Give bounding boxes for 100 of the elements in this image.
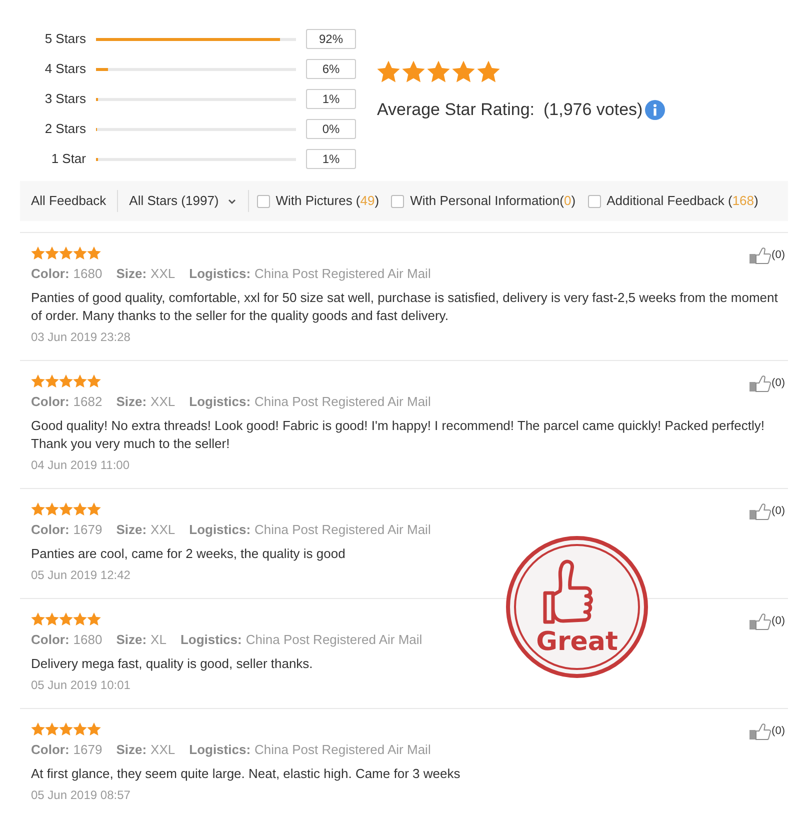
star-icon xyxy=(87,722,101,736)
helpful-button[interactable]: (0) xyxy=(748,503,785,520)
star-icon xyxy=(87,246,101,260)
star-filter-dropdown[interactable]: All Stars (1997) xyxy=(129,191,236,211)
detail-label: Logistics: xyxy=(189,521,251,540)
percent-box: 92% xyxy=(306,29,356,49)
star-icon xyxy=(45,722,59,736)
review-text: Delivery mega fast, quality is good, seller thanks. xyxy=(31,655,314,673)
star-icon xyxy=(45,612,59,626)
thumbs-up-icon xyxy=(748,613,771,630)
star-icon xyxy=(377,60,400,83)
detail-label: Size: xyxy=(116,521,147,540)
review-date: 05 Jun 2019 12:42 xyxy=(31,567,132,584)
detail-value: 1679 xyxy=(73,741,102,760)
star-icon xyxy=(31,612,45,626)
rating-label: 4 Stars xyxy=(44,60,86,78)
star-icon xyxy=(59,722,73,736)
star-icon xyxy=(73,722,87,736)
percent-box: 0% xyxy=(306,119,356,139)
detail-label: Color: xyxy=(31,393,70,412)
thumbs-up-icon xyxy=(748,723,771,740)
star-icon xyxy=(59,246,73,260)
stamp-text: Great xyxy=(536,627,618,657)
star-icon xyxy=(477,60,500,83)
rating-label: 2 Stars xyxy=(44,120,86,138)
star-icon xyxy=(59,502,73,516)
star-icon xyxy=(59,374,73,388)
thumbs-up-icon xyxy=(748,375,771,392)
detail-label: Size: xyxy=(116,631,147,650)
detail-value: 1682 xyxy=(73,393,102,412)
detail-label: Size: xyxy=(116,741,147,760)
detail-value: China Post Registered Air Mail xyxy=(246,631,422,650)
percent-box: 6% xyxy=(306,59,356,79)
star-icon xyxy=(402,60,425,83)
star-icon xyxy=(73,374,87,388)
info-icon[interactable] xyxy=(644,100,665,120)
helpful-button[interactable]: (0) xyxy=(748,247,785,264)
detail-value: XL xyxy=(150,631,166,650)
star-icon xyxy=(87,374,101,388)
percent-box: 1% xyxy=(306,89,356,109)
detail-value: XXL xyxy=(150,521,176,540)
review-text: At first glance, they seem quite large. Neat, elastic high. Came for 3 weeks xyxy=(31,765,462,783)
detail-label: Color: xyxy=(31,265,70,284)
rating-label: 5 Stars xyxy=(44,30,86,48)
thumbs-up-icon xyxy=(748,247,771,264)
checkbox[interactable] xyxy=(391,194,404,208)
detail-value: 1680 xyxy=(73,631,102,650)
detail-value: XXL xyxy=(150,393,176,412)
review-date: 03 Jun 2019 23:28 xyxy=(31,329,132,346)
detail-label: Logistics: xyxy=(189,741,251,760)
review-date: 04 Jun 2019 11:00 xyxy=(31,457,131,474)
star-icon xyxy=(73,612,87,626)
star-icon xyxy=(45,502,59,516)
detail-label: Color: xyxy=(31,521,70,540)
detail-value: China Post Registered Air Mail xyxy=(254,393,431,412)
detail-label: Color: xyxy=(31,741,70,760)
star-icon xyxy=(45,374,59,388)
detail-value: China Post Registered Air Mail xyxy=(254,741,431,760)
star-icon xyxy=(87,612,101,626)
star-icon xyxy=(73,246,87,260)
thumbs-up-icon xyxy=(543,560,593,624)
vote-count: (1,976 votes) xyxy=(544,99,643,121)
star-icon xyxy=(452,60,475,83)
star-icon xyxy=(31,502,45,516)
filter-option-label[interactable]: Additional Feedback (168) xyxy=(606,191,758,211)
detail-label: Size: xyxy=(116,393,147,412)
detail-value: China Post Registered Air Mail xyxy=(254,265,431,284)
detail-value: 1680 xyxy=(73,265,102,284)
review-text: Panties of good quality, comfortable, xxl for 50 size sat well, purchase is satisfied, delivery is very fast-2,5 weeks from the moment of order. Many thanks to the seller for the quality goods and fast delivery. xyxy=(31,289,779,325)
all-feedback-tab[interactable]: All Feedback xyxy=(31,191,106,211)
detail-label: Logistics: xyxy=(189,393,251,412)
helpful-button[interactable]: (0) xyxy=(748,375,785,392)
star-icon xyxy=(87,502,101,516)
star-icon xyxy=(73,502,87,516)
star-icon xyxy=(427,60,450,83)
detail-value: China Post Registered Air Mail xyxy=(254,521,431,540)
percent-box: 1% xyxy=(306,149,356,169)
rating-label: 1 Star xyxy=(50,150,86,168)
helpful-button[interactable]: (0) xyxy=(748,723,785,740)
detail-value: XXL xyxy=(150,265,176,284)
rating-label: 3 Stars xyxy=(44,90,86,108)
star-icon xyxy=(31,374,45,388)
star-icon xyxy=(45,246,59,260)
review-date: 05 Jun 2019 10:01 xyxy=(31,677,132,694)
star-icon xyxy=(59,612,73,626)
checkbox[interactable] xyxy=(256,194,270,208)
thumbs-up-icon xyxy=(748,503,771,520)
helpful-button[interactable]: (0) xyxy=(748,613,785,630)
detail-value: XXL xyxy=(150,741,176,760)
detail-value: 1679 xyxy=(73,521,102,540)
star-icon xyxy=(31,722,45,736)
filter-option-label[interactable]: With Personal Information(0) xyxy=(410,191,576,211)
caret-icon xyxy=(228,198,236,204)
review-text: Good quality! No extra threads! Look good! Fabric is good! I'm happy! I recommend! The parcel came quickly! Packed perfectly! Thank you very much to the seller! xyxy=(31,417,766,453)
detail-label: Logistics: xyxy=(189,265,251,284)
average-rating-label: Average Star Rating: xyxy=(377,99,534,121)
checkbox[interactable] xyxy=(588,194,601,208)
detail-label: Size: xyxy=(116,265,147,284)
review-date: 05 Jun 2019 08:57 xyxy=(31,787,132,804)
filter-option-label[interactable]: With Pictures (49) xyxy=(276,191,380,211)
